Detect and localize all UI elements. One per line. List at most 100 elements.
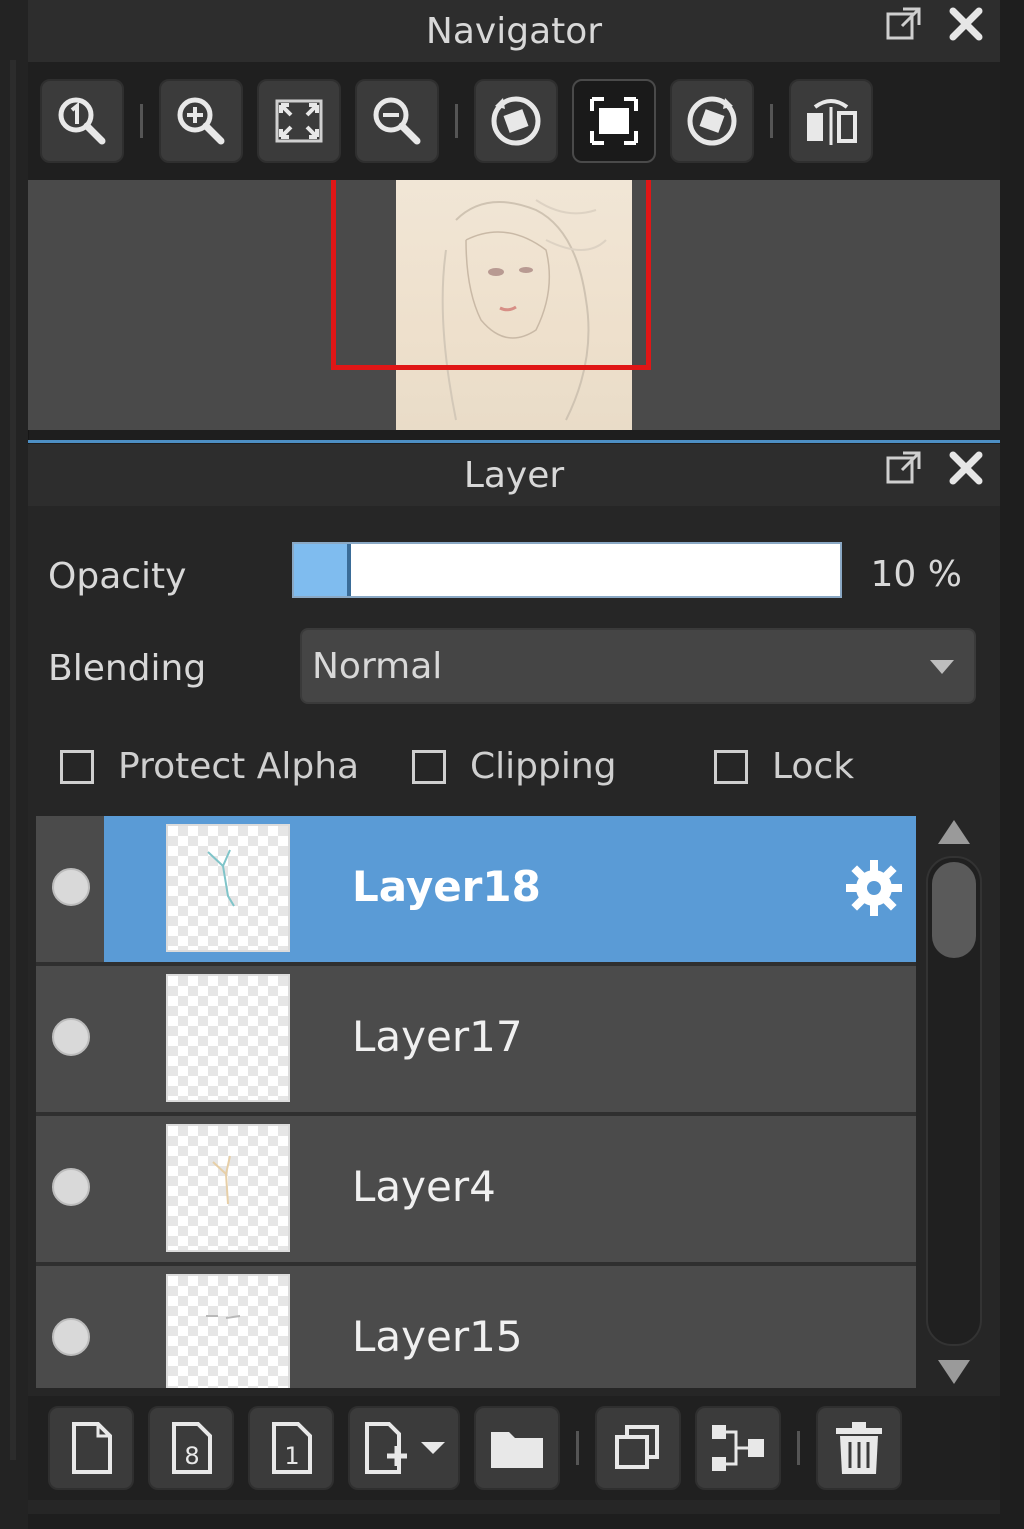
layer-title: Layer	[463, 454, 565, 496]
scroll-up-icon[interactable]	[938, 820, 970, 844]
layer-name: Layer18	[352, 862, 541, 911]
rotate-left-icon	[491, 96, 541, 146]
blending-label: Blending	[48, 648, 207, 689]
layer-name: Layer4	[352, 1162, 496, 1211]
popout-icon[interactable]	[884, 4, 924, 44]
add-layer-icon	[365, 1422, 445, 1474]
lock-checkbox[interactable]: Lock	[714, 746, 854, 787]
scroll-down-icon[interactable]	[938, 1360, 970, 1384]
flip-icon	[807, 99, 857, 145]
visibility-column	[36, 1116, 104, 1262]
toolbar-separator	[455, 104, 458, 138]
protect-alpha-label: Protect Alpha	[118, 746, 360, 787]
opacity-fill	[294, 544, 349, 596]
fit-window-button[interactable]	[257, 79, 341, 163]
clipping-label: Clipping	[470, 746, 617, 787]
visibility-icon[interactable]	[52, 1168, 90, 1206]
add-layer-dropdown-button[interactable]	[348, 1406, 460, 1490]
blending-value: Normal	[312, 645, 443, 687]
new-folder-button[interactable]	[474, 1406, 560, 1490]
layer-panel: Layer Opacity 10 % Blending Normal Prote…	[28, 444, 1000, 1514]
layer-thumbnail	[166, 974, 290, 1102]
chevron-down-icon	[930, 660, 954, 674]
duplicate-icon	[615, 1425, 659, 1469]
frame-icon	[590, 97, 638, 145]
layer-thumbnail	[166, 824, 290, 952]
close-icon[interactable]	[946, 448, 986, 488]
layer-header: Layer	[28, 444, 1000, 506]
new-layer-button[interactable]	[48, 1406, 134, 1490]
gear-icon[interactable]	[842, 856, 906, 920]
popout-icon[interactable]	[884, 448, 924, 488]
checkbox-box[interactable]	[714, 749, 748, 784]
viewport-rectangle[interactable]	[331, 180, 651, 370]
layer-row[interactable]: Layer17	[36, 966, 916, 1116]
duplicate-layer-button[interactable]	[595, 1406, 681, 1490]
zoom-actual-size-button[interactable]	[40, 79, 124, 163]
visibility-icon[interactable]	[52, 1318, 90, 1356]
toolbar-separator	[770, 104, 773, 138]
merge-icon	[712, 1425, 764, 1471]
zoom-1-icon	[58, 97, 106, 145]
opacity-label: Opacity	[48, 556, 187, 597]
fit-icon	[275, 99, 323, 143]
new-1bit-layer-button[interactable]: 1	[248, 1406, 334, 1490]
dock-splitter[interactable]	[10, 60, 16, 1460]
zoom-in-button[interactable]	[159, 79, 243, 163]
visibility-icon[interactable]	[52, 1018, 90, 1056]
rotate-right-button[interactable]	[670, 79, 754, 163]
visibility-column	[36, 816, 104, 962]
navigator-title: Navigator	[425, 10, 603, 52]
visibility-icon[interactable]	[52, 868, 90, 906]
layer-toolbar: 8 1	[28, 1396, 1000, 1500]
new-8bit-layer-button[interactable]: 8	[148, 1406, 234, 1490]
opacity-slider[interactable]	[292, 542, 842, 598]
layer-row[interactable]: Layer15	[36, 1266, 916, 1388]
layer-thumbnail	[166, 1274, 290, 1388]
flip-horizontal-button[interactable]	[789, 79, 873, 163]
layer-8bit-icon: 8	[172, 1422, 212, 1474]
panel-divider[interactable]	[28, 440, 1000, 443]
rotate-left-button[interactable]	[474, 79, 558, 163]
navigator-preview[interactable]	[28, 180, 1000, 430]
toolbar-separator	[140, 104, 143, 138]
clipping-checkbox[interactable]: Clipping	[412, 746, 617, 787]
protect-alpha-checkbox[interactable]: Protect Alpha	[60, 746, 359, 787]
svg-text:1: 1	[284, 1442, 299, 1470]
scroll-track[interactable]	[926, 856, 982, 1346]
rotate-right-icon	[687, 96, 737, 146]
layer-row[interactable]: Layer4	[36, 1116, 916, 1266]
zoom-out-button[interactable]	[355, 79, 439, 163]
trash-icon	[836, 1422, 882, 1474]
layer-name: Layer17	[352, 1012, 523, 1061]
layer-1bit-icon: 1	[272, 1422, 312, 1474]
navigator-toolbar	[28, 62, 1000, 180]
scroll-thumb[interactable]	[932, 862, 976, 958]
checkbox-box[interactable]	[60, 749, 94, 784]
zoom-in-icon	[177, 97, 225, 145]
bottom-strip	[28, 1514, 1000, 1529]
toolbar-separator	[797, 1431, 800, 1465]
layer-name: Layer15	[352, 1312, 523, 1361]
toolbar-separator	[576, 1431, 579, 1465]
blending-select[interactable]: Normal	[300, 628, 976, 704]
layer-list: Layer18 Layer17 Layer4 Layer15	[36, 816, 916, 1388]
delete-layer-button[interactable]	[816, 1406, 902, 1490]
reset-view-button[interactable]	[572, 79, 656, 163]
zoom-out-icon	[373, 97, 421, 145]
folder-icon	[491, 1432, 543, 1468]
close-icon[interactable]	[946, 4, 986, 44]
svg-text:8: 8	[184, 1442, 199, 1470]
new-page-icon	[72, 1422, 112, 1474]
opacity-handle[interactable]	[346, 544, 351, 596]
visibility-column	[36, 1266, 104, 1388]
navigator-header: Navigator	[28, 0, 1000, 62]
layer-scrollbar[interactable]	[922, 816, 986, 1388]
opacity-value: 10 %	[870, 554, 962, 595]
left-dock-strip	[0, 0, 29, 1529]
checkbox-box[interactable]	[412, 749, 446, 784]
layer-row[interactable]: Layer18	[36, 816, 916, 966]
navigator-panel: Navigator	[28, 0, 1000, 430]
layer-options: Protect Alpha Clipping Lock	[28, 738, 1000, 798]
merge-layer-button[interactable]	[695, 1406, 781, 1490]
